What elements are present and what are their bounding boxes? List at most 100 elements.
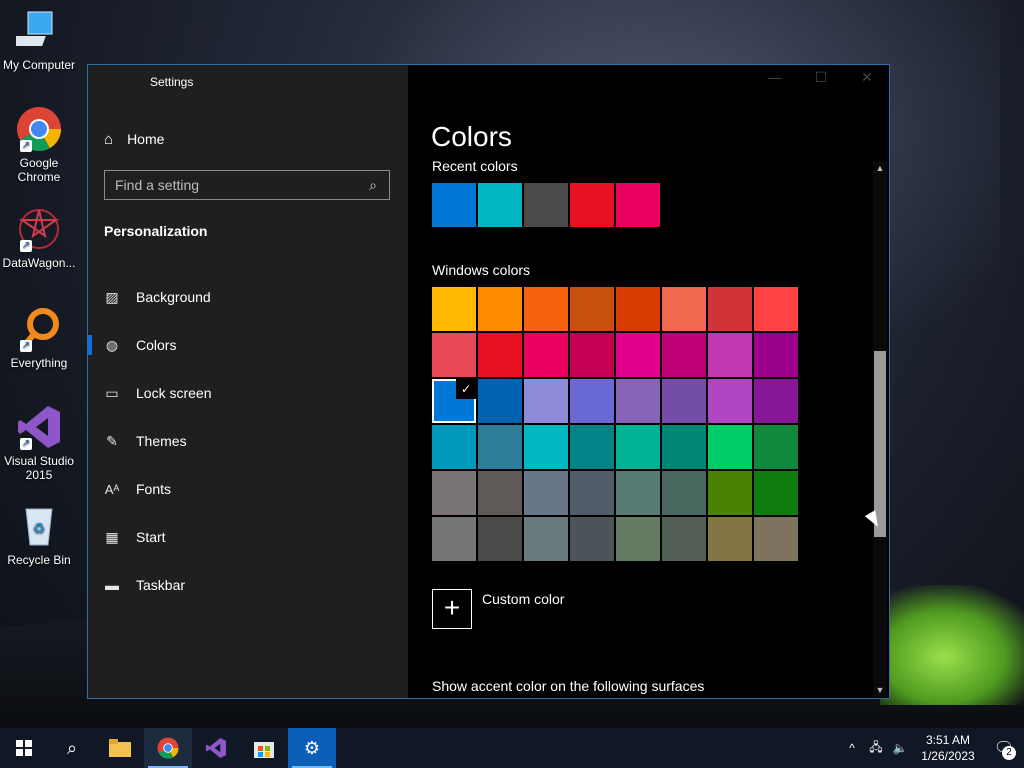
windows-color-swatch[interactable] [478,333,522,377]
sidebar-item-fonts[interactable]: Aᴬ Fonts [88,465,408,513]
file-explorer-button[interactable] [96,728,144,768]
windows-color-swatch[interactable] [570,425,614,469]
desktop-icon-visual-studio[interactable]: ↗ Visual Studio 2015 [0,404,78,482]
windows-color-swatch[interactable] [432,471,476,515]
windows-color-swatch[interactable] [432,517,476,561]
search-input[interactable] [105,176,363,194]
checkmark-icon: ✓ [456,379,476,399]
windows-color-swatch[interactable] [754,379,798,423]
windows-color-swatch[interactable] [708,379,752,423]
desktop-icon-everything[interactable]: ↗ Everything [0,306,78,370]
desktop-icon-datawagon[interactable]: ↗ DataWagon... [0,206,78,270]
windows-color-swatch[interactable] [662,379,706,423]
windows-color-swatch[interactable] [570,517,614,561]
windows-color-swatch[interactable] [432,287,476,331]
windows-color-swatch[interactable] [570,379,614,423]
windows-color-swatch[interactable] [708,425,752,469]
scroll-up-icon[interactable]: ▲ [873,161,887,175]
sidebar-item-background[interactable]: ▨ Background [88,273,408,321]
windows-color-swatch[interactable] [708,333,752,377]
windows-color-swatch[interactable] [708,517,752,561]
chevron-up-icon[interactable]: ^ [840,741,864,755]
search-taskbar-button[interactable]: ⌕ [48,728,96,768]
clock[interactable]: 3:51 AM 1/26/2023 [912,732,984,764]
sidebar-item-label: Taskbar [136,577,186,593]
search-box[interactable]: ⌕ [104,170,390,200]
custom-color-button[interactable]: + [432,589,472,629]
windows-color-swatch[interactable] [616,379,660,423]
windows-color-swatch[interactable] [524,471,568,515]
windows-color-swatch[interactable] [754,425,798,469]
windows-color-swatch[interactable] [754,517,798,561]
home-nav-item[interactable]: ⌂ Home [104,129,164,149]
windows-color-swatch[interactable] [478,287,522,331]
windows-color-swatch[interactable] [570,287,614,331]
windows-color-swatch[interactable] [754,333,798,377]
search-icon[interactable]: ⌕ [363,177,383,194]
network-icon[interactable]: 🖧 [864,738,888,759]
windows-color-swatch[interactable] [478,517,522,561]
windows-color-swatch[interactable] [708,287,752,331]
windows-color-swatch[interactable] [524,379,568,423]
store-taskbar-button[interactable] [240,728,288,768]
windows-color-swatch[interactable] [662,425,706,469]
windows-color-swatch[interactable] [616,425,660,469]
windows-color-swatch[interactable] [616,287,660,331]
sidebar-item-themes[interactable]: ✎ Themes [88,417,408,465]
custom-color-label[interactable]: Custom color [482,591,564,607]
volume-icon[interactable]: 🔈 [888,741,912,755]
chrome-taskbar-button[interactable] [144,728,192,768]
sidebar-item-taskbar[interactable]: ▬ Taskbar [88,561,408,609]
windows-color-swatch[interactable]: ✓ [432,379,476,423]
windows-color-swatch[interactable] [524,287,568,331]
visual-studio-taskbar-button[interactable] [192,728,240,768]
windows-color-swatch[interactable] [478,471,522,515]
windows-color-swatch[interactable] [570,471,614,515]
windows-color-swatch[interactable] [754,471,798,515]
recent-color-swatch[interactable] [570,183,614,227]
plus-icon: + [443,592,461,623]
sidebar-item-lock-screen[interactable]: ▭ Lock screen [88,369,408,417]
scrollbar-thumb[interactable] [874,351,886,537]
windows-color-swatch[interactable] [662,517,706,561]
windows-color-swatch[interactable] [616,471,660,515]
desktop-icon-recycle-bin[interactable]: ♻ Recycle Bin [0,503,78,567]
start-button[interactable] [0,728,48,768]
sidebar-item-start[interactable]: ▦ Start [88,513,408,561]
home-label: Home [127,131,165,147]
windows-color-swatch[interactable] [662,333,706,377]
windows-color-swatch[interactable] [524,517,568,561]
windows-color-swatch[interactable] [432,333,476,377]
windows-color-swatch[interactable] [662,471,706,515]
windows-color-swatch[interactable] [478,379,522,423]
scroll-down-icon[interactable]: ▼ [873,683,887,697]
fonts-icon: Aᴬ [104,481,120,497]
settings-taskbar-button[interactable]: ⚙ [288,728,336,768]
windows-color-swatch[interactable] [524,333,568,377]
windows-color-swatch[interactable] [616,333,660,377]
windows-color-swatch[interactable] [662,287,706,331]
windows-color-swatch[interactable] [570,333,614,377]
lock-screen-icon: ▭ [105,384,119,401]
windows-color-swatch[interactable] [432,425,476,469]
windows-color-swatch[interactable] [616,517,660,561]
scrollbar[interactable]: ▲ ▼ [873,161,887,697]
sidebar-item-colors[interactable]: ◍ Colors [88,321,408,369]
recent-color-swatch[interactable] [524,183,568,227]
recent-color-swatch[interactable] [432,183,476,227]
desktop-icon-my-computer[interactable]: My Computer [0,8,78,72]
sidebar-item-label: Colors [136,337,177,353]
chrome-icon [157,737,179,759]
windows-color-swatch[interactable] [754,287,798,331]
desktop-icon-chrome[interactable]: ↗ Google Chrome [0,106,78,184]
minimize-button[interactable]: — [760,69,790,85]
action-center-button[interactable]: 🗨 2 [984,728,1024,768]
recent-colors-heading: Recent colors [432,158,518,174]
maximize-button[interactable]: ☐ [806,69,836,86]
close-button[interactable]: ✕ [852,69,882,86]
windows-color-swatch[interactable] [524,425,568,469]
windows-color-swatch[interactable] [708,471,752,515]
recent-color-swatch[interactable] [616,183,660,227]
recent-color-swatch[interactable] [478,183,522,227]
windows-color-swatch[interactable] [478,425,522,469]
